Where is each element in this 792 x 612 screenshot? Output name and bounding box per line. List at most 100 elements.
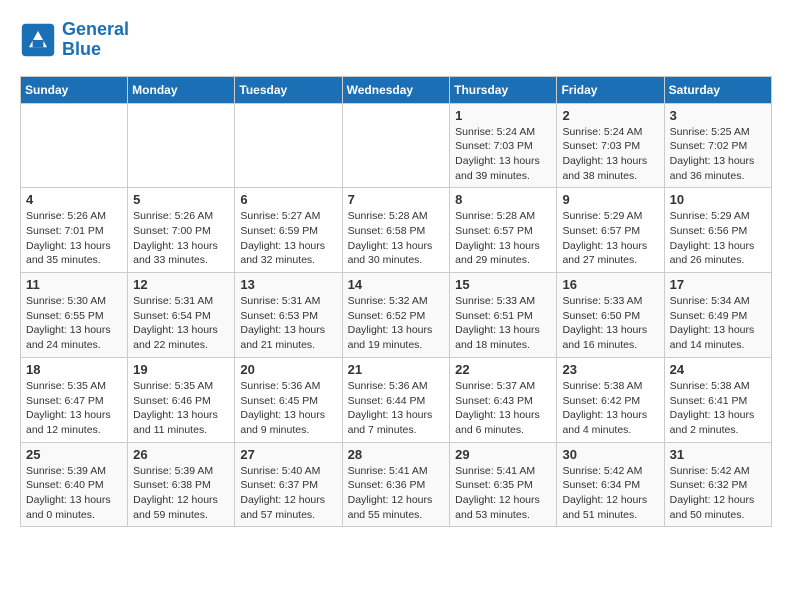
calendar-day-17: 17Sunrise: 5:34 AM Sunset: 6:49 PM Dayli… [664,273,771,358]
calendar-day-30: 30 Sunrise: 5:42 AM Sunset: 6:34 PM Dayli… [557,442,664,527]
day-number: 24 [670,362,766,377]
calendar-table: SundayMondayTuesdayWednesdayThursdayFrid… [20,76,772,528]
day-number: 17 [670,277,766,292]
day-detail: Sunrise: 5:24 AM Sunset: 7:03 PM Dayligh… [455,125,551,184]
day-number: 9 [562,192,658,207]
day-detail: Sunrise: 5:35 AM Sunset: 6:47 PM Dayligh… [26,379,122,438]
calendar-day-25: 25Sunrise: 5:39 AM Sunset: 6:40 PM Dayli… [21,442,128,527]
day-detail: Sunrise: 5:40 AM Sunset: 6:37 PM Dayligh… [240,464,336,523]
calendar-day-4: 4Sunrise: 5:26 AM Sunset: 7:01 PM Daylig… [21,188,128,273]
day-number: 19 [133,362,229,377]
day-detail: Sunrise: 5:26 AM Sunset: 7:01 PM Dayligh… [26,209,122,268]
day-number: 18 [26,362,122,377]
day-number: 2 [562,108,658,123]
day-detail: Sunrise: 5:25 AM Sunset: 7:02 PM Dayligh… [670,125,766,184]
day-detail: Sunrise: 5:38 AM Sunset: 6:42 PM Dayligh… [562,379,658,438]
day-number: 14 [348,277,445,292]
calendar-day-13: 13Sunrise: 5:31 AM Sunset: 6:53 PM Dayli… [235,273,342,358]
calendar-week-4: 18 Sunrise: 5:35 AM Sunset: 6:47 PM Dayli… [21,357,772,442]
day-detail: Sunrise: 5:37 AM Sunset: 6:43 PM Dayligh… [455,379,551,438]
day-detail: Sunrise: 5:28 AM Sunset: 6:58 PM Dayligh… [348,209,445,268]
day-number: 7 [348,192,445,207]
day-number: 1 [455,108,551,123]
calendar-day-29: 29 Sunrise: 5:41 AM Sunset: 6:35 PM Dayli… [450,442,557,527]
calendar-day-3: 3 Sunrise: 5:25 AM Sunset: 7:02 PM Daylig… [664,103,771,188]
page-header: General Blue [20,20,772,60]
day-number: 6 [240,192,336,207]
day-detail: Sunrise: 5:42 AM Sunset: 6:34 PM Dayligh… [562,464,658,523]
day-detail: Sunrise: 5:29 AM Sunset: 6:57 PM Dayligh… [562,209,658,268]
calendar-day-1: 1 Sunrise: 5:24 AM Sunset: 7:03 PM Daylig… [450,103,557,188]
day-number: 23 [562,362,658,377]
day-number: 28 [348,447,445,462]
calendar-day-7: 7 Sunrise: 5:28 AM Sunset: 6:58 PM Daylig… [342,188,450,273]
day-detail: Sunrise: 5:35 AM Sunset: 6:46 PM Dayligh… [133,379,229,438]
calendar-day-empty [235,103,342,188]
day-number: 20 [240,362,336,377]
day-number: 27 [240,447,336,462]
day-number: 29 [455,447,551,462]
day-number: 3 [670,108,766,123]
day-detail: Sunrise: 5:26 AM Sunset: 7:00 PM Dayligh… [133,209,229,268]
header-cell-wednesday: Wednesday [342,76,450,103]
calendar-header: SundayMondayTuesdayWednesdayThursdayFrid… [21,76,772,103]
day-number: 16 [562,277,658,292]
header-cell-sunday: Sunday [21,76,128,103]
day-detail: Sunrise: 5:32 AM Sunset: 6:52 PM Dayligh… [348,294,445,353]
day-number: 5 [133,192,229,207]
day-detail: Sunrise: 5:29 AM Sunset: 6:56 PM Dayligh… [670,209,766,268]
calendar-day-14: 14 Sunrise: 5:32 AM Sunset: 6:52 PM Dayli… [342,273,450,358]
calendar-day-9: 9 Sunrise: 5:29 AM Sunset: 6:57 PM Daylig… [557,188,664,273]
calendar-day-8: 8 Sunrise: 5:28 AM Sunset: 6:57 PM Daylig… [450,188,557,273]
day-number: 30 [562,447,658,462]
day-detail: Sunrise: 5:38 AM Sunset: 6:41 PM Dayligh… [670,379,766,438]
calendar-day-6: 6 Sunrise: 5:27 AM Sunset: 6:59 PM Daylig… [235,188,342,273]
day-detail: Sunrise: 5:41 AM Sunset: 6:35 PM Dayligh… [455,464,551,523]
header-cell-thursday: Thursday [450,76,557,103]
day-detail: Sunrise: 5:31 AM Sunset: 6:54 PM Dayligh… [133,294,229,353]
day-detail: Sunrise: 5:28 AM Sunset: 6:57 PM Dayligh… [455,209,551,268]
calendar-day-12: 12Sunrise: 5:31 AM Sunset: 6:54 PM Dayli… [128,273,235,358]
calendar-day-20: 20 Sunrise: 5:36 AM Sunset: 6:45 PM Dayli… [235,357,342,442]
calendar-day-10: 10Sunrise: 5:29 AM Sunset: 6:56 PM Dayli… [664,188,771,273]
day-detail: Sunrise: 5:27 AM Sunset: 6:59 PM Dayligh… [240,209,336,268]
logo-icon [20,22,56,58]
header-cell-tuesday: Tuesday [235,76,342,103]
calendar-day-24: 24 Sunrise: 5:38 AM Sunset: 6:41 PM Dayli… [664,357,771,442]
header-cell-saturday: Saturday [664,76,771,103]
day-detail: Sunrise: 5:36 AM Sunset: 6:44 PM Dayligh… [348,379,445,438]
day-detail: Sunrise: 5:36 AM Sunset: 6:45 PM Dayligh… [240,379,336,438]
calendar-day-5: 5 Sunrise: 5:26 AM Sunset: 7:00 PM Daylig… [128,188,235,273]
calendar-day-31: 31Sunrise: 5:42 AM Sunset: 6:32 PM Dayli… [664,442,771,527]
calendar-day-21: 21Sunrise: 5:36 AM Sunset: 6:44 PM Dayli… [342,357,450,442]
calendar-body: 1 Sunrise: 5:24 AM Sunset: 7:03 PM Daylig… [21,103,772,527]
calendar-week-1: 1 Sunrise: 5:24 AM Sunset: 7:03 PM Daylig… [21,103,772,188]
day-number: 22 [455,362,551,377]
header-cell-friday: Friday [557,76,664,103]
day-number: 31 [670,447,766,462]
calendar-day-empty [128,103,235,188]
calendar-day-28: 28Sunrise: 5:41 AM Sunset: 6:36 PM Dayli… [342,442,450,527]
day-detail: Sunrise: 5:39 AM Sunset: 6:38 PM Dayligh… [133,464,229,523]
calendar-day-2: 2Sunrise: 5:24 AM Sunset: 7:03 PM Daylig… [557,103,664,188]
calendar-day-26: 26 Sunrise: 5:39 AM Sunset: 6:38 PM Dayli… [128,442,235,527]
header-row: SundayMondayTuesdayWednesdayThursdayFrid… [21,76,772,103]
calendar-day-18: 18 Sunrise: 5:35 AM Sunset: 6:47 PM Dayli… [21,357,128,442]
day-number: 26 [133,447,229,462]
day-number: 8 [455,192,551,207]
header-cell-monday: Monday [128,76,235,103]
calendar-day-19: 19 Sunrise: 5:35 AM Sunset: 6:46 PM Dayli… [128,357,235,442]
day-number: 15 [455,277,551,292]
day-number: 25 [26,447,122,462]
day-detail: Sunrise: 5:33 AM Sunset: 6:50 PM Dayligh… [562,294,658,353]
day-number: 11 [26,277,122,292]
calendar-week-2: 4Sunrise: 5:26 AM Sunset: 7:01 PM Daylig… [21,188,772,273]
calendar-day-empty [21,103,128,188]
calendar-day-11: 11Sunrise: 5:30 AM Sunset: 6:55 PM Dayli… [21,273,128,358]
calendar-day-15: 15 Sunrise: 5:33 AM Sunset: 6:51 PM Dayli… [450,273,557,358]
day-detail: Sunrise: 5:33 AM Sunset: 6:51 PM Dayligh… [455,294,551,353]
logo-line1: General [62,20,129,40]
calendar-week-3: 11Sunrise: 5:30 AM Sunset: 6:55 PM Dayli… [21,273,772,358]
logo: General Blue [20,20,129,60]
calendar-day-empty [342,103,450,188]
